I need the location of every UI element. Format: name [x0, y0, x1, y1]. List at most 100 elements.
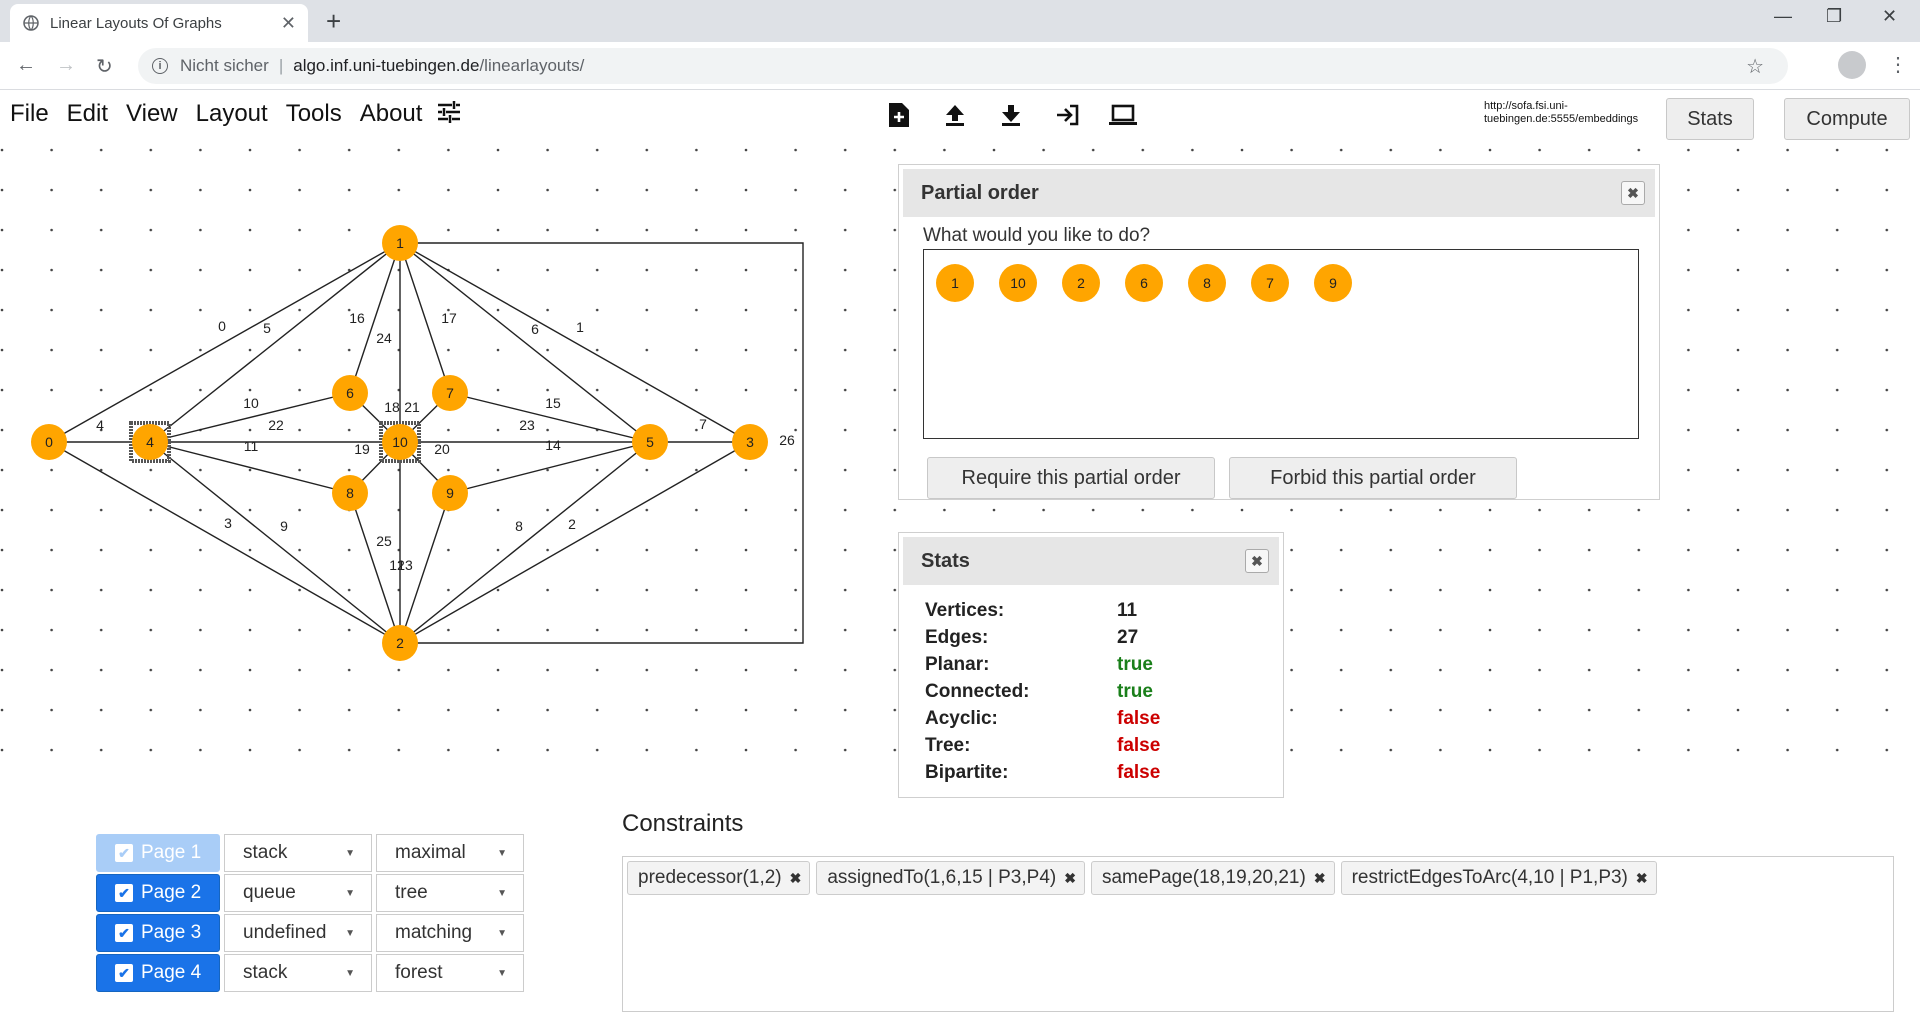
reload-icon[interactable]: ↻ — [96, 54, 113, 79]
server-url-text: http://sofa.fsi.uni-tuebingen.de:5555/em… — [1484, 100, 1639, 125]
stat-value: 27 — [1117, 626, 1139, 648]
minimize-icon[interactable]: — — [1774, 6, 1792, 27]
edge-label: 25 — [376, 533, 392, 549]
menu-file[interactable]: File — [10, 100, 49, 128]
partial-order-node[interactable]: 6 — [1125, 264, 1163, 302]
select-value: queue — [243, 882, 296, 903]
forbid-partial-order-button[interactable]: Forbid this partial order — [1229, 457, 1517, 499]
partial-order-node[interactable]: 2 — [1062, 264, 1100, 302]
constraint-text: predecessor(1,2) — [638, 867, 782, 888]
stat-value: false — [1117, 761, 1161, 783]
constraint-tag: assignedTo(1,6,15 | P3,P4) ✖ — [816, 861, 1085, 895]
constraints-box[interactable]: predecessor(1,2) ✖ assignedTo(1,6,15 | P3,… — [622, 856, 1894, 1012]
edge-label: 6 — [531, 321, 539, 337]
stat-row: Vertices: 11 — [925, 597, 1160, 624]
edge-label: 2 — [568, 516, 576, 532]
caret-down-icon: ▼ — [497, 887, 507, 899]
select-value: matching — [395, 922, 473, 943]
menu-view[interactable]: View — [126, 100, 178, 128]
browser-tab[interactable]: Linear Layouts Of Graphs ✕ — [10, 4, 308, 42]
require-partial-order-button[interactable]: Require this partial order — [927, 457, 1215, 499]
export-icon[interactable] — [1050, 98, 1084, 132]
stat-row: Connected: true — [925, 678, 1160, 705]
vertex-1: 1 — [382, 225, 418, 261]
remove-icon[interactable]: ✖ — [790, 870, 802, 887]
page-type-select[interactable]: stack ▼ — [224, 954, 372, 992]
settings-sliders-icon[interactable] — [436, 100, 462, 129]
page-toggle-button[interactable]: ✔ Page 3 — [96, 914, 220, 952]
stat-row: Acyclic: false — [925, 705, 1160, 732]
partial-order-node[interactable]: 10 — [999, 264, 1037, 302]
menu-about[interactable]: About — [360, 100, 423, 128]
vertex-9: 9 — [432, 475, 468, 511]
page-constraint-select[interactable]: maximal ▼ — [376, 834, 524, 872]
menu-edit[interactable]: Edit — [67, 100, 108, 128]
edge-label: 21 — [404, 399, 420, 415]
page-constraint-select[interactable]: matching ▼ — [376, 914, 524, 952]
stat-label: Acyclic: — [925, 707, 998, 729]
partial-order-node[interactable]: 7 — [1251, 264, 1289, 302]
close-tab-icon[interactable]: ✕ — [281, 13, 296, 34]
forward-icon[interactable]: → — [56, 54, 76, 77]
profile-avatar[interactable] — [1838, 51, 1866, 79]
restore-icon[interactable]: ❐ — [1826, 6, 1842, 27]
stat-row: Edges: 27 — [925, 624, 1160, 651]
partial-order-question: What would you like to do? — [923, 225, 1151, 246]
back-icon[interactable]: ← — [16, 54, 36, 77]
page-constraint-select[interactable]: forest ▼ — [376, 954, 524, 992]
select-value: undefined — [243, 922, 327, 943]
close-icon[interactable]: ✖ — [1245, 549, 1269, 573]
close-icon[interactable]: ✖ — [1621, 181, 1645, 205]
partial-order-panel: Partial order ✖ What would you like to d… — [898, 164, 1660, 500]
info-icon[interactable]: i — [152, 58, 168, 74]
menu-layout[interactable]: Layout — [196, 100, 268, 128]
checkbox-icon[interactable]: ✔ — [115, 844, 133, 862]
partial-order-node[interactable]: 8 — [1188, 264, 1226, 302]
menu-tools[interactable]: Tools — [286, 100, 342, 128]
page-type-select[interactable]: undefined ▼ — [224, 914, 372, 952]
stat-value: 11 — [1117, 599, 1138, 621]
laptop-icon[interactable] — [1106, 98, 1140, 132]
remove-icon[interactable]: ✖ — [1636, 870, 1648, 887]
caret-down-icon: ▼ — [497, 927, 507, 939]
address-bar-row: ← → ↻ i Nicht sicher | algo.inf.uni-tueb… — [0, 42, 1920, 90]
partial-order-node[interactable]: 1 — [936, 264, 974, 302]
compute-button[interactable]: Compute — [1784, 98, 1910, 140]
constraint-text: restrictEdgesToArc(4,10 | P1,P3) — [1351, 867, 1628, 888]
stats-button[interactable]: Stats — [1666, 98, 1754, 140]
remove-icon[interactable]: ✖ — [1314, 870, 1326, 887]
edge-label: 11 — [244, 438, 259, 454]
stats-panel: Stats ✖ Vertices: 11 Edges: 27 Planar: true Co… — [898, 532, 1284, 798]
checkbox-icon[interactable]: ✔ — [115, 964, 133, 982]
stats-table: Vertices: 11 Edges: 27 Planar: true Connected:… — [925, 597, 1160, 786]
edge-label: 17 — [441, 310, 457, 326]
browser-menu-icon[interactable]: ⋮ — [1888, 52, 1908, 77]
partial-order-area[interactable]: 1 10 2 6 8 7 9 — [923, 249, 1639, 439]
caret-down-icon: ▼ — [345, 967, 355, 979]
new-file-icon[interactable] — [882, 98, 916, 132]
partial-order-node[interactable]: 9 — [1314, 264, 1352, 302]
new-tab-icon[interactable]: + — [326, 8, 341, 34]
security-label: Nicht sicher — [180, 56, 269, 75]
file-toolbar — [882, 98, 1140, 132]
page-toggle-button[interactable]: ✔ Page 1 — [96, 834, 220, 872]
remove-icon[interactable]: ✖ — [1064, 870, 1076, 887]
checkbox-icon[interactable]: ✔ — [115, 924, 133, 942]
page-constraint-select[interactable]: tree ▼ — [376, 874, 524, 912]
page-type-select[interactable]: queue ▼ — [224, 874, 372, 912]
page-toggle-button[interactable]: ✔ Page 2 — [96, 874, 220, 912]
edge-label: 1 — [576, 319, 584, 335]
page-toggle-button[interactable]: ✔ Page 4 — [96, 954, 220, 992]
caret-down-icon: ▼ — [345, 887, 355, 899]
page-type-select[interactable]: stack ▼ — [224, 834, 372, 872]
close-window-icon[interactable]: ✕ — [1882, 6, 1897, 27]
url-bar[interactable]: i Nicht sicher | algo.inf.uni-tuebingen.… — [138, 48, 1788, 84]
checkbox-icon[interactable]: ✔ — [115, 884, 133, 902]
vertex-8: 8 — [332, 475, 368, 511]
globe-icon — [22, 14, 40, 32]
browser-tab-strip: Linear Layouts Of Graphs ✕ + — ❐ ✕ — [0, 0, 1920, 42]
upload-icon[interactable] — [938, 98, 972, 132]
stat-label: Connected: — [925, 680, 1030, 702]
bookmark-star-icon[interactable]: ☆ — [1746, 54, 1764, 79]
download-icon[interactable] — [994, 98, 1028, 132]
